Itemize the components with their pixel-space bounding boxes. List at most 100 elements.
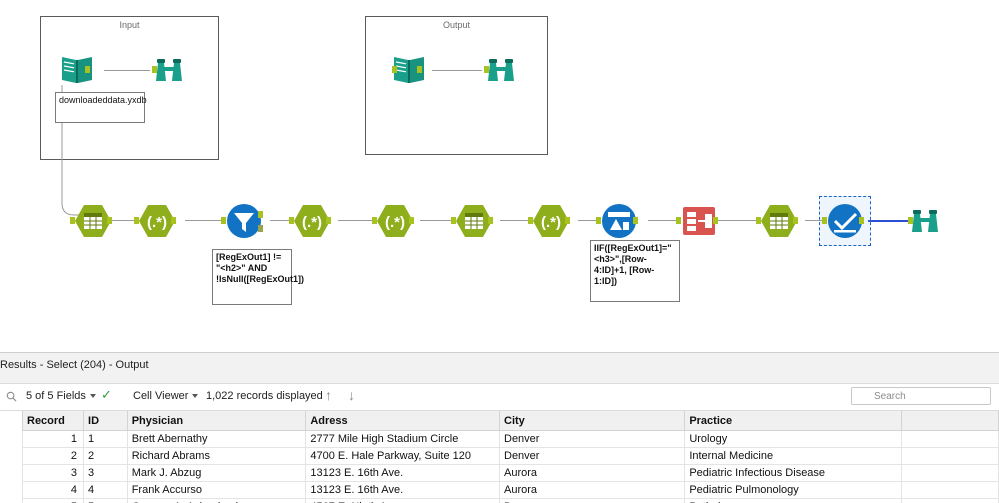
annotation-multirow-expression: IIF([RegExOut1]="<h3>",[Row-4:ID]+1, [Ro… (590, 240, 680, 302)
cell-id: 4 (83, 481, 128, 499)
cell-filler (901, 481, 999, 499)
tool-browse-output[interactable] (482, 51, 516, 89)
tool-output-data[interactable] (390, 51, 424, 89)
output-anchor[interactable] (417, 66, 422, 73)
cell-id: 2 (83, 447, 128, 465)
input-anchor[interactable] (134, 217, 139, 224)
scroll-up-button[interactable]: ↑ (325, 387, 332, 403)
output-anchor[interactable] (565, 217, 570, 224)
tool-browse-input[interactable] (150, 51, 184, 89)
tool-select-2[interactable] (451, 202, 493, 240)
input-anchor[interactable] (822, 217, 827, 224)
svg-text:(.*): (.*) (302, 214, 322, 231)
tool-crosstab[interactable] (676, 202, 718, 240)
cell-id: 3 (83, 464, 128, 482)
cell-physician: Brett Abernathy (126, 430, 307, 448)
table-row[interactable]: 1 1 Brett Abernathy 2777 Mile High Stadi… (21, 430, 999, 448)
alteryx-designer-window: Input Output downloadeddata.yxdb (.*) [R… (0, 0, 999, 503)
input-anchor[interactable] (908, 217, 913, 224)
output-anchor[interactable] (107, 217, 112, 224)
apply-button[interactable]: ✓ (101, 387, 112, 403)
column-header-filler (901, 411, 999, 431)
search-input[interactable]: Search (851, 387, 991, 405)
cell-filler (901, 464, 999, 482)
tool-regex-3[interactable]: (.*) (372, 202, 414, 240)
cell-adress: 13123 E. 16th Ave. (305, 481, 500, 499)
output-anchor[interactable] (488, 217, 493, 224)
cell-record: 1 (21, 430, 85, 448)
column-header-practice[interactable]: Practice (684, 411, 903, 431)
search-icon (6, 391, 17, 402)
tool-browse-final[interactable] (906, 202, 940, 240)
connector-11-selected (868, 220, 910, 222)
cell-adress: 2777 Mile High Stadium Circle (305, 430, 500, 448)
cell-practice: Pathology (684, 498, 903, 503)
table-row[interactable]: 5 5 Gregory A. Achenbach 4567 E. Ninth A… (21, 498, 999, 503)
column-header-city[interactable]: City (498, 411, 686, 431)
input-anchor[interactable] (528, 217, 533, 224)
container-output-title: Output (442, 20, 471, 30)
cell-record: 4 (21, 481, 85, 499)
cell-viewer-selector[interactable]: Cell Viewer (133, 390, 199, 402)
cell-physician: Richard Abrams (126, 447, 307, 465)
connector-5 (420, 220, 455, 221)
input-anchor[interactable] (596, 217, 601, 224)
input-anchor[interactable] (152, 66, 157, 73)
cell-filler (901, 447, 999, 465)
output-anchor[interactable] (713, 217, 718, 224)
table-row[interactable]: 2 2 Richard Abrams 4700 E. Hale Parkway,… (21, 447, 999, 465)
output-anchor[interactable] (633, 217, 638, 224)
cell-practice: Urology (684, 430, 903, 448)
input-anchor[interactable] (70, 217, 75, 224)
annotation-input-file: downloadeddata.yxdb (55, 92, 147, 123)
cell-adress: 4700 E. Hale Parkway, Suite 120 (305, 447, 500, 465)
cell-practice: Pediatric Infectious Disease (684, 464, 903, 482)
table-row[interactable]: 4 4 Frank Accurso 13123 E. 16th Ave. Aur… (21, 481, 999, 499)
results-pane: Results - Select (204) - Output 5 of 5 F… (0, 352, 999, 503)
cell-filler (901, 430, 999, 448)
tool-regex-1[interactable]: (.*) (134, 202, 176, 240)
input-anchor[interactable] (676, 217, 681, 224)
cell-record: 2 (21, 447, 85, 465)
column-header-id[interactable]: ID (83, 411, 128, 431)
input-anchor[interactable] (289, 217, 294, 224)
connector-output-to-browse (432, 70, 482, 71)
input-anchor[interactable] (372, 217, 377, 224)
tool-select-1[interactable] (70, 202, 112, 240)
tool-data-cleansing[interactable] (822, 202, 864, 240)
cell-practice: Pediatric Pulmonology (684, 481, 903, 499)
output-anchor[interactable] (409, 217, 414, 224)
column-header-adress[interactable]: Adress (305, 411, 500, 431)
table-row[interactable]: 3 3 Mark J. Abzug 13123 E. 16th Ave. Aur… (21, 464, 999, 482)
tool-filter[interactable] (221, 202, 263, 240)
cell-city: Denver (498, 430, 686, 448)
output-anchor-true[interactable] (258, 211, 263, 218)
results-grid[interactable]: Record ID Physician Adress City Practice… (0, 411, 999, 503)
output-anchor[interactable] (171, 217, 176, 224)
container-input-title: Input (119, 20, 140, 30)
column-header-physician[interactable]: Physician (126, 411, 307, 431)
scroll-down-button[interactable]: ↓ (348, 387, 355, 403)
workflow-canvas[interactable]: Input Output downloadeddata.yxdb (.*) [R… (0, 0, 999, 352)
tool-regex-2[interactable]: (.*) (289, 202, 331, 240)
tool-multi-row-formula[interactable] (596, 202, 638, 240)
tool-select-3[interactable] (756, 202, 798, 240)
output-anchor[interactable] (326, 217, 331, 224)
input-anchor[interactable] (392, 66, 397, 73)
output-anchor[interactable] (793, 217, 798, 224)
tool-regex-4[interactable]: (.*) (528, 202, 570, 240)
input-anchor[interactable] (451, 217, 456, 224)
output-anchor-false[interactable] (258, 225, 263, 232)
output-anchor[interactable] (85, 66, 90, 73)
svg-text:(.*): (.*) (385, 214, 405, 231)
cell-viewer-label: Cell Viewer (133, 390, 189, 402)
input-anchor[interactable] (484, 66, 489, 73)
column-header-record[interactable]: Record (21, 411, 85, 431)
output-anchor[interactable] (859, 217, 864, 224)
input-anchor[interactable] (756, 217, 761, 224)
tool-input-data[interactable] (58, 51, 92, 89)
chevron-down-icon (89, 394, 96, 399)
input-anchor[interactable] (221, 217, 226, 224)
results-toolbar[interactable]: 5 of 5 Fields ✓ Cell Viewer 1,022 record… (0, 383, 999, 411)
fields-selector[interactable]: 5 of 5 Fields (26, 390, 96, 402)
